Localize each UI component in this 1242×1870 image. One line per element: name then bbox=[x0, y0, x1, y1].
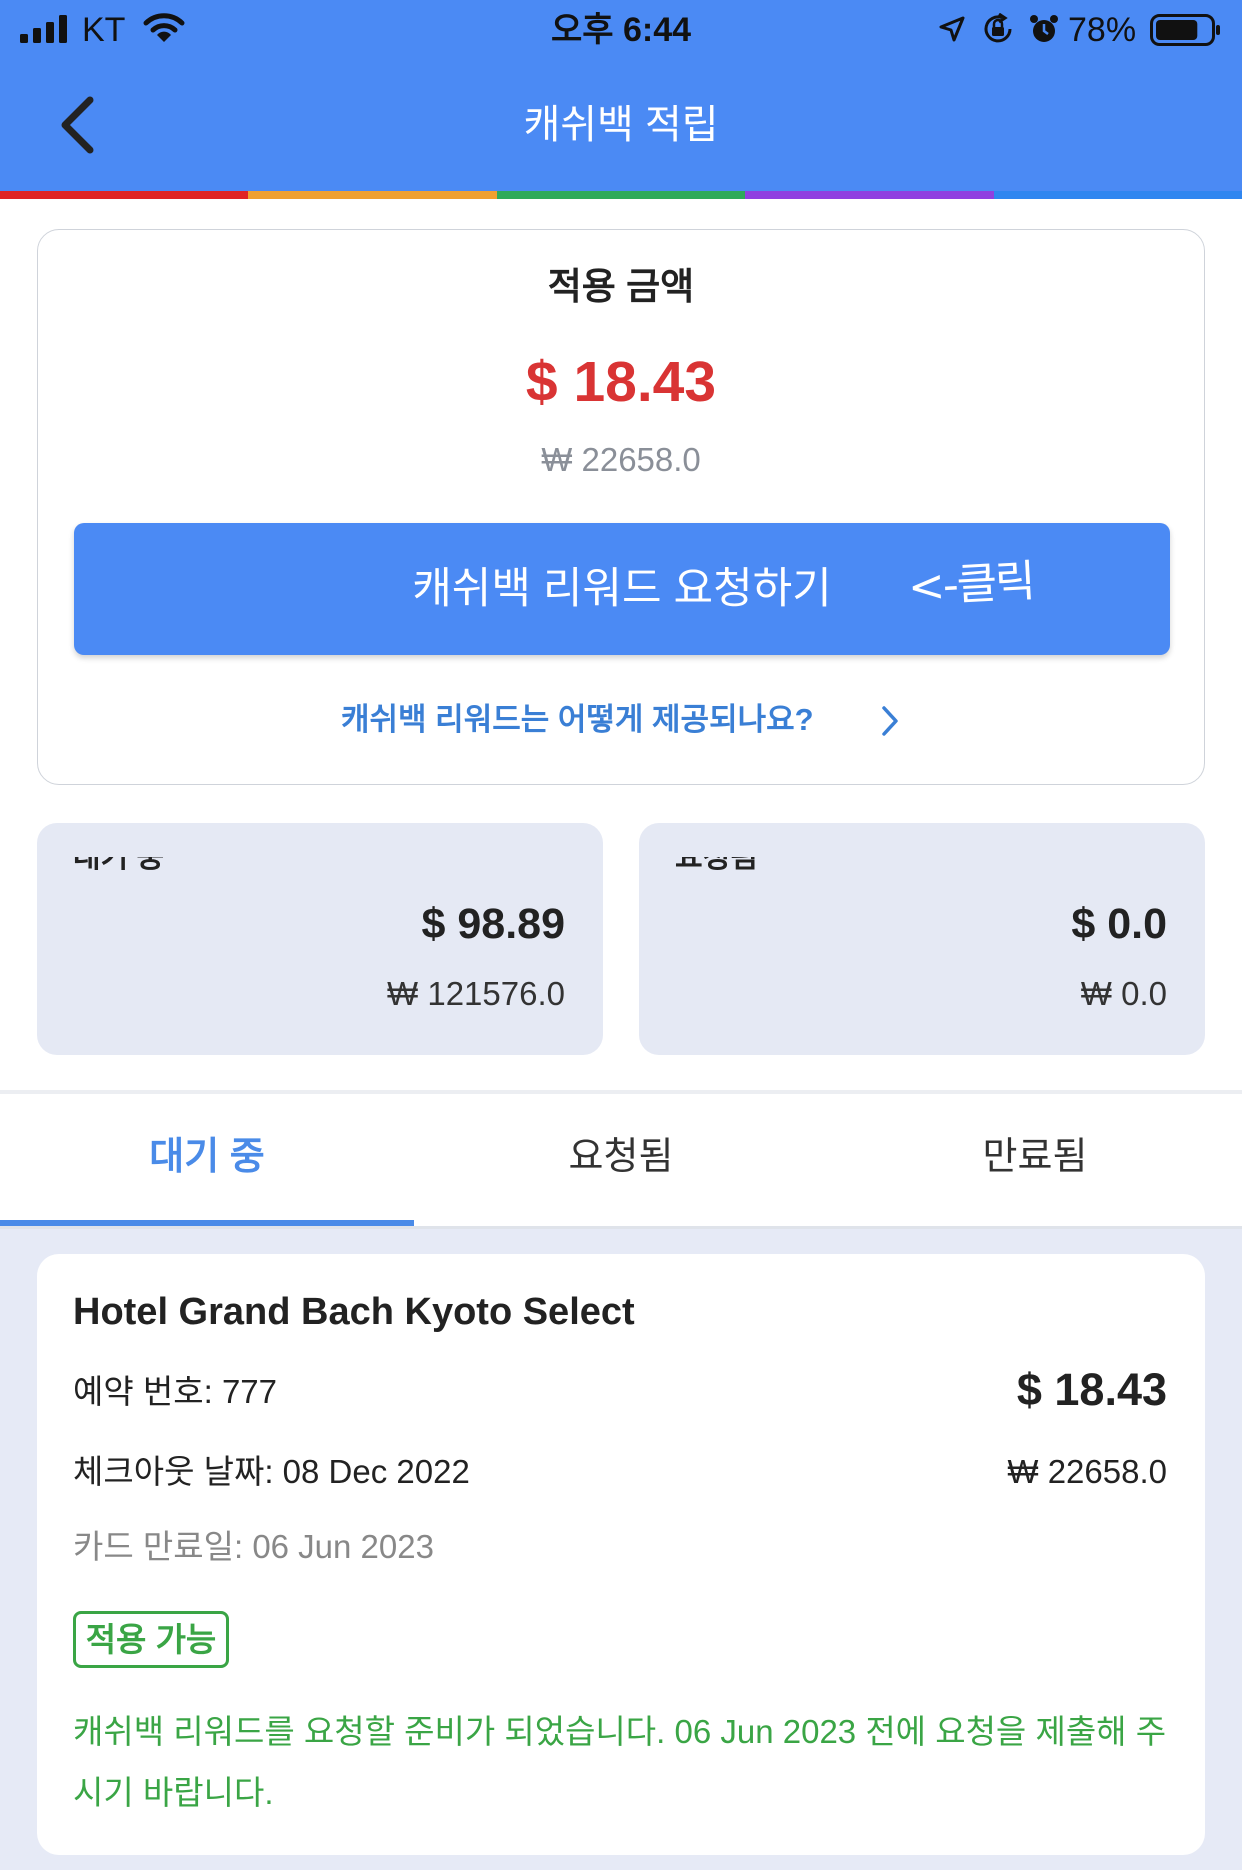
page-title: 캐쉬백 적립 bbox=[523, 103, 719, 147]
chevron-right-icon bbox=[882, 706, 898, 736]
tab-expired[interactable]: 만료됨 bbox=[828, 1094, 1242, 1226]
battery-icon bbox=[1150, 14, 1220, 46]
rainbow-stripe-orange bbox=[248, 191, 497, 199]
pending-summary-usd: $ 98.89 bbox=[421, 900, 565, 948]
card-expiry-value: 06 Jun 2023 bbox=[252, 1528, 434, 1565]
tab-requested[interactable]: 요청됨 bbox=[414, 1094, 828, 1226]
status-tabs: 대기 중 요청됨 만료됨 bbox=[0, 1094, 1242, 1226]
booking-number-label: 예약 번호: bbox=[73, 1373, 213, 1410]
requested-summary-usd: $ 0.0 bbox=[1071, 900, 1167, 948]
applicable-amount-label: 적용 금액 bbox=[547, 266, 695, 307]
booking-number-value: 777 bbox=[221, 1373, 278, 1410]
requested-summary-label: 요청됨 bbox=[675, 857, 758, 874]
request-cashback-button[interactable]: 캐쉬백 리워드 요청하기 <-클릭 bbox=[74, 523, 1170, 655]
booking-cashback-usd: $ 18.43 bbox=[1016, 1364, 1167, 1415]
requested-summary-box: 요청됨 $ 0.0 ₩ 0.0 bbox=[639, 823, 1205, 1055]
pending-summary-krw: ₩ 121576.0 bbox=[387, 975, 565, 1012]
hotel-name: Hotel Grand Bach Kyoto Select bbox=[73, 1291, 635, 1333]
applicable-amount-usd: $ 18.43 bbox=[525, 350, 717, 414]
requested-summary-krw: ₩ 0.0 bbox=[1080, 975, 1167, 1012]
battery-percent: 78% bbox=[1068, 11, 1137, 49]
ready-to-request-message: 캐쉬백 리워드를 요청할 준비가 되었습니다. 06 Jun 2023 전에 요… bbox=[73, 1713, 1167, 1811]
cashback-help-link[interactable]: 캐쉬백 리워드는 어떻게 제공되나요? bbox=[341, 700, 898, 740]
booking-number-row: 예약 번호: 777 bbox=[73, 1372, 277, 1412]
booking-card[interactable]: Hotel Grand Bach Kyoto Select 예약 번호: 777… bbox=[37, 1254, 1205, 1855]
tab-pending[interactable]: 대기 중 bbox=[0, 1094, 414, 1226]
location-arrow-icon bbox=[939, 16, 965, 42]
handwritten-click-annotation: <-클릭 bbox=[906, 555, 1035, 614]
pending-summary-box: 대기 중 $ 98.89 ₩ 121576.0 bbox=[37, 823, 603, 1055]
cashback-help-link-text: 캐쉬백 리워드는 어떻게 제공되나요? bbox=[341, 702, 814, 737]
card-expiry-label: 카드 만료일: bbox=[73, 1528, 244, 1565]
applicable-amount-card: 적용 금액 $ 18.43 ₩ 22658.0 캐쉬백 리워드 요청하기 <-클… bbox=[37, 229, 1205, 785]
rainbow-stripe-blue bbox=[994, 191, 1242, 199]
rainbow-stripe-purple bbox=[745, 191, 994, 199]
status-badge: 적용 가능 bbox=[73, 1611, 229, 1668]
checkout-date-value: 08 Dec 2022 bbox=[282, 1453, 470, 1490]
pending-summary-label: 대기 중 bbox=[73, 857, 165, 874]
card-expiry-row: 카드 만료일: 06 Jun 2023 bbox=[73, 1527, 434, 1567]
alarm-clock-icon bbox=[1030, 15, 1058, 42]
rotation-lock-icon bbox=[984, 13, 1012, 43]
rainbow-stripe-green bbox=[497, 191, 746, 199]
applicable-amount-krw: ₩ 22658.0 bbox=[541, 441, 701, 478]
rainbow-stripe-red bbox=[0, 191, 249, 199]
booking-cashback-krw: ₩ 22658.0 bbox=[1007, 1453, 1167, 1490]
checkout-date-row: 체크아웃 날짜: 08 Dec 2022 bbox=[73, 1452, 470, 1492]
app-header: KT 오후 6:44 78% 캐쉬백 적립 bbox=[0, 0, 1242, 191]
checkout-date-label: 체크아웃 날짜: bbox=[73, 1453, 274, 1490]
